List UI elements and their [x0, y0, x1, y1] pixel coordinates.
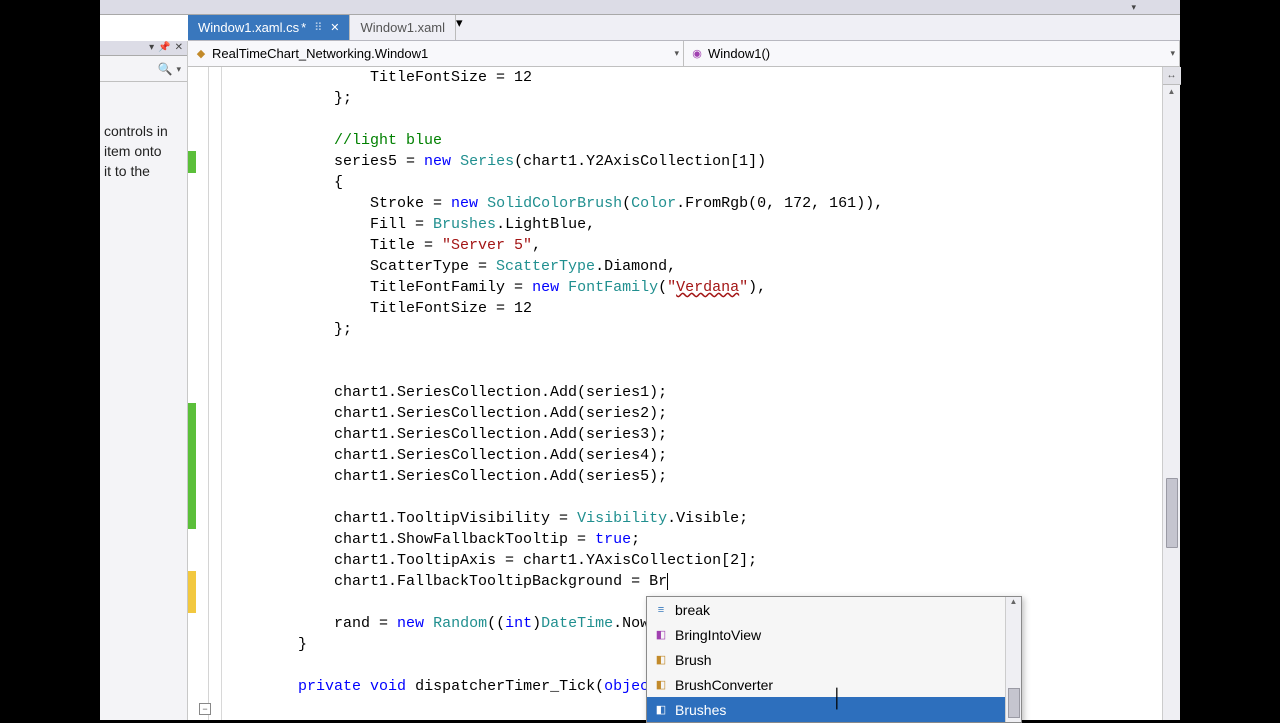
outline-gutter[interactable]: −	[196, 67, 222, 720]
scroll-up-icon[interactable]: ▲	[1010, 597, 1018, 606]
intellisense-item[interactable]: ◧ BringIntoView	[647, 622, 1021, 647]
tab-row: Window1.xaml.cs* ⠿ ✕ Window1.xaml ▾	[188, 15, 1180, 41]
sidepanel-text: controls in item onto it to the	[104, 121, 183, 181]
type-navigator[interactable]: ◆ RealTimeChart_Networking.Window1 ▾	[188, 41, 684, 66]
intellisense-popup[interactable]: ≡ break ◧ BringIntoView ◧ Brush ◧ BrushC…	[646, 596, 1022, 723]
method-icon: ◉	[690, 47, 704, 61]
intellisense-item-selected[interactable]: ◧ Brushes	[647, 697, 1021, 722]
chevron-down-icon[interactable]: ▾	[1131, 2, 1136, 13]
snippet-icon: ≡	[653, 602, 669, 618]
side-panel: ▾ 📌 ✕ 🔍 ▾ controls in item onto it to th…	[100, 41, 188, 720]
panel-header: ▾	[100, 0, 1180, 15]
chevron-down-icon[interactable]: ▾	[176, 59, 181, 79]
chevron-down-icon[interactable]: ▾	[1170, 48, 1175, 59]
intellisense-item[interactable]: ◧ BrushConverter	[647, 672, 1021, 697]
text-caret	[667, 573, 668, 590]
class-icon: ◧	[653, 702, 669, 718]
close-icon[interactable]: ✕	[330, 21, 339, 34]
chevron-down-icon[interactable]: ▾	[674, 48, 679, 59]
intellisense-scrollbar[interactable]: ▲	[1005, 597, 1021, 722]
tab-active[interactable]: Window1.xaml.cs* ⠿ ✕	[188, 15, 350, 40]
class-icon: ◧	[653, 652, 669, 668]
vertical-scrollbar[interactable]: ↔ ▲	[1162, 67, 1180, 720]
intellisense-item[interactable]: ◧ Brush	[647, 647, 1021, 672]
scrollbar-thumb[interactable]	[1166, 478, 1178, 548]
collapse-toggle[interactable]: −	[199, 703, 211, 715]
pin-icon[interactable]: ⠿	[314, 21, 322, 34]
change-marker-bar	[188, 67, 196, 720]
method-icon: ◧	[653, 627, 669, 643]
class-icon: ◆	[194, 47, 208, 61]
class-icon: ◧	[653, 677, 669, 693]
tab-overflow[interactable]: ▾	[456, 15, 463, 40]
search-icon[interactable]: 🔍	[158, 59, 173, 79]
scroll-up-icon[interactable]: ▲	[1166, 85, 1178, 98]
tab-inactive[interactable]: Window1.xaml	[350, 15, 456, 40]
intellisense-item[interactable]: ≡ break	[647, 597, 1021, 622]
split-icon[interactable]: ↔	[1163, 67, 1181, 85]
scrollbar-thumb[interactable]	[1008, 688, 1020, 718]
member-navigator[interactable]: ◉ Window1() ▾	[684, 41, 1180, 66]
